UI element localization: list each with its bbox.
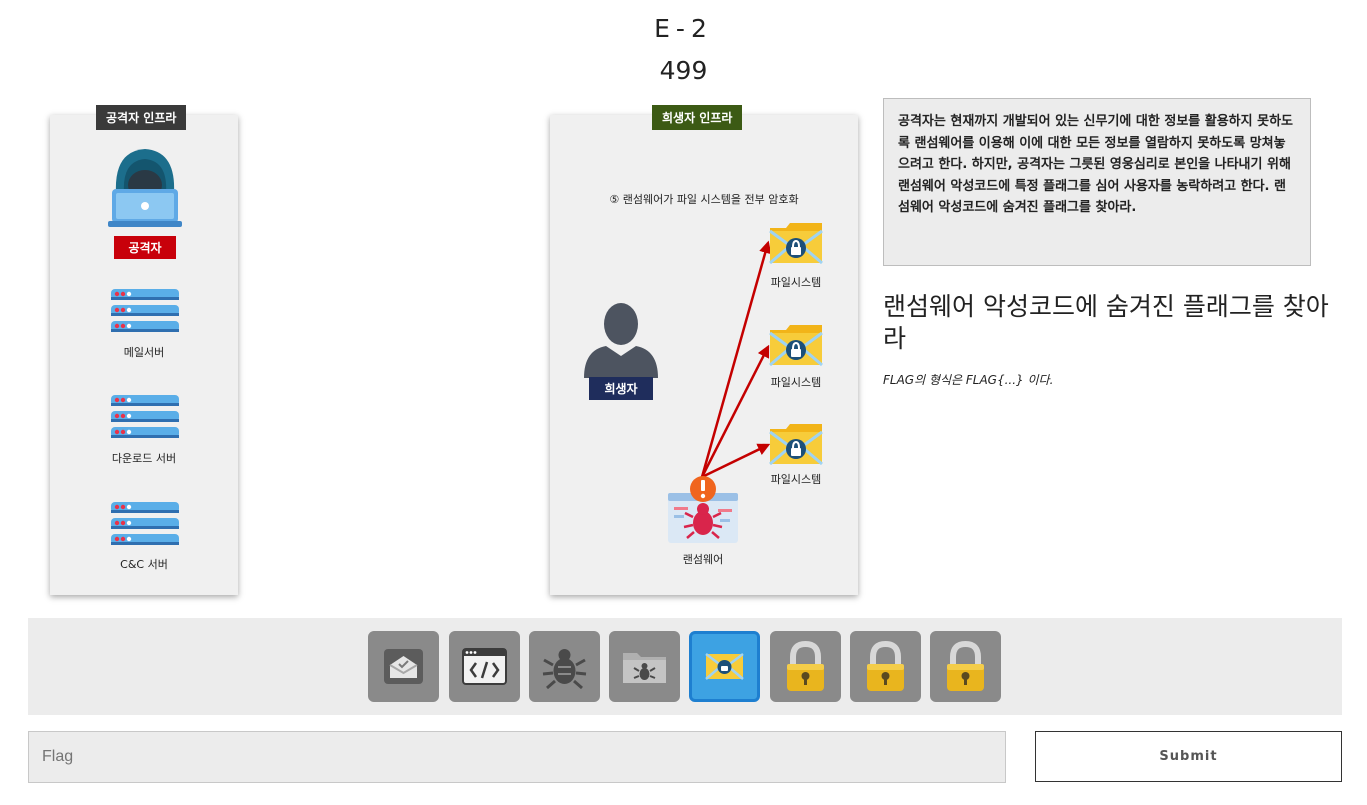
download-server-label: 다운로드 서버: [111, 452, 177, 465]
ransomware-label: 랜섬웨어: [682, 553, 724, 566]
flag-input[interactable]: [28, 731, 1006, 783]
victim-person-icon: [584, 303, 658, 378]
ransomware-icon: [668, 476, 738, 543]
stage-bug-button[interactable]: [529, 631, 600, 702]
code-window-icon: [462, 648, 507, 685]
stage-locked-button-3[interactable]: [930, 631, 1001, 702]
challenge-description: 공격자는 현재까지 개발되어 있는 신무기에 대한 정보를 활용하지 못하도록 …: [883, 98, 1311, 266]
encrypted-filesystem-icon: [769, 424, 823, 466]
padlock-icon: [787, 640, 824, 691]
task-title: 랜섬웨어 악성코드에 숨겨진 플래그를 찾아라: [883, 292, 1329, 353]
challenge-code: E-2: [654, 14, 713, 43]
victim-badge: 희생자: [589, 377, 653, 400]
infected-folder-icon: [623, 653, 666, 683]
submit-button[interactable]: Submit: [1035, 731, 1342, 782]
encrypted-envelope-icon: [705, 653, 744, 680]
padlock-icon: [867, 640, 904, 691]
encrypted-filesystem-icon: [769, 325, 823, 367]
flag-format-hint: FLAG의 형식은 FLAG{...} 이다.: [883, 373, 1054, 387]
stage-folder-button[interactable]: [609, 631, 680, 702]
attacker-infra-tag: 공격자 인프라: [96, 105, 187, 130]
download-server-icon: [111, 395, 179, 438]
encrypted-filesystem-icon: [769, 223, 823, 265]
victim-infra-panel: 희생자 인프라 ⑤ 랜섬웨어가 파일 시스템을 전부 암호화 희생자 파일시스템: [550, 105, 858, 595]
mail-icon: [384, 649, 423, 684]
cnc-server-icon: [111, 502, 179, 545]
cnc-server-label: C&C 서버: [120, 558, 168, 571]
hacker-icon: [108, 149, 182, 227]
filesystem-label-2: 파일시스템: [770, 376, 822, 389]
filesystem-label-1: 파일시스템: [770, 276, 822, 289]
padlock-icon: [947, 640, 984, 691]
mail-server-label: 메일서버: [123, 346, 165, 359]
stage-mail-button[interactable]: [368, 631, 439, 702]
stage-toolbar: [28, 618, 1342, 715]
mail-server-icon: [111, 289, 179, 332]
stage-locked-button-1[interactable]: [770, 631, 841, 702]
stage-code-button[interactable]: [449, 631, 520, 702]
bug-icon: [542, 649, 587, 690]
stage-locked-button-2[interactable]: [850, 631, 921, 702]
challenge-points: 499: [659, 56, 708, 85]
attacker-infra-panel: 공격자 인프라 공격자 메일서버 다운로드 서버 C&C 서버: [50, 105, 238, 595]
attacker-badge: 공격자: [114, 236, 176, 259]
stage-encryption-button[interactable]: [689, 631, 760, 702]
filesystem-label-3: 파일시스템: [770, 473, 822, 486]
